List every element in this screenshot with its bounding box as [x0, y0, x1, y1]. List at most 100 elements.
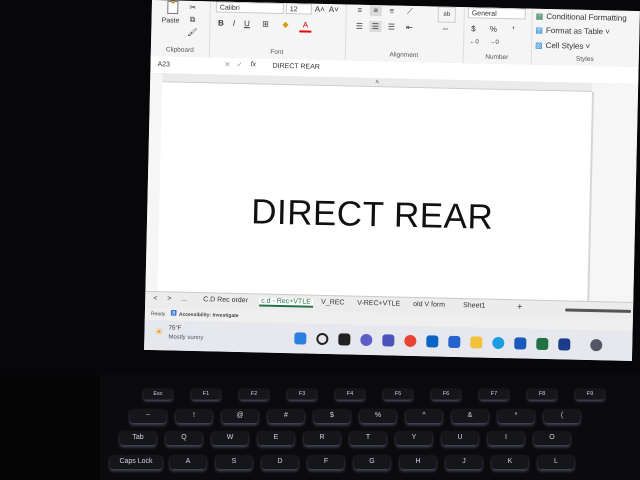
search-icon[interactable]: [316, 332, 329, 346]
key: F3: [287, 388, 317, 400]
currency-button[interactable]: $: [467, 23, 479, 34]
align-right-icon[interactable]: ☰: [385, 21, 397, 32]
key: %: [360, 409, 396, 423]
key: F7: [479, 388, 509, 400]
status-ready: Ready: [150, 311, 166, 318]
outlook-icon[interactable]: [426, 335, 439, 348]
weather-description[interactable]: Mostly sunny: [168, 334, 203, 341]
align-middle-icon[interactable]: ≡: [369, 4, 382, 17]
teams-icon[interactable]: [382, 334, 395, 347]
key: ~: [130, 409, 166, 423]
task-view-icon[interactable]: [338, 333, 351, 346]
fill-color-icon[interactable]: ◆: [279, 19, 291, 30]
chat-icon[interactable]: [360, 333, 373, 347]
bold-button[interactable]: B: [215, 17, 226, 28]
italic-button[interactable]: I: [228, 18, 239, 29]
paste-button[interactable]: Paste: [157, 15, 183, 26]
enter-icon[interactable]: ✓: [236, 61, 242, 69]
sheet-tab[interactable]: Sheet1: [463, 302, 485, 310]
sheet-tab[interactable]: old V form: [413, 301, 445, 309]
word-icon[interactable]: [514, 337, 527, 350]
add-sheet-button[interactable]: +: [517, 301, 522, 311]
format-as-table-label: Format as Table: [545, 25, 604, 37]
format-painter-icon[interactable]: 🖌: [187, 27, 197, 37]
todo-icon[interactable]: [448, 335, 461, 349]
align-top-icon[interactable]: ≡: [354, 5, 366, 16]
formula-input[interactable]: DIRECT REAR: [272, 63, 319, 71]
key: L: [538, 455, 574, 469]
key: R: [304, 431, 340, 445]
clipboard-group-label: Clipboard: [165, 46, 194, 54]
format-as-table-icon: ▤: [535, 25, 544, 35]
underline-button[interactable]: U: [241, 18, 252, 29]
cell-styles-button[interactable]: ▨ Cell Styles ˅: [535, 40, 635, 53]
weather-temperature[interactable]: 75°F: [168, 325, 181, 331]
comma-button[interactable]: ’: [507, 24, 519, 35]
key: J: [446, 455, 482, 469]
decrease-decimal-icon[interactable]: →0: [487, 38, 501, 48]
format-as-table-button[interactable]: ▤ Format as Table ˅: [535, 25, 635, 38]
key: K: [492, 455, 528, 469]
file-explorer-icon[interactable]: [470, 336, 483, 349]
font-color-icon[interactable]: A: [299, 19, 312, 33]
alignment-group-label: Alignment: [389, 51, 419, 60]
key: F9: [575, 388, 605, 400]
align-bottom-icon[interactable]: ≡: [386, 5, 398, 16]
cancel-icon[interactable]: ✕: [224, 61, 230, 69]
sheet-tab[interactable]: C.D Rec order: [203, 296, 248, 304]
font-size-select[interactable]: 12: [285, 3, 312, 15]
name-box[interactable]: A23: [154, 59, 208, 71]
wrap-text-button[interactable]: ab: [437, 6, 456, 23]
key: F: [308, 455, 344, 469]
key: $: [314, 409, 350, 423]
indent-icon[interactable]: ⇤: [403, 22, 415, 33]
accessibility-status[interactable]: Accessibility: Investigate: [179, 312, 239, 319]
key: F6: [431, 388, 461, 400]
weather-icon[interactable]: ☀: [154, 327, 163, 338]
start-icon[interactable]: [294, 332, 307, 345]
number-format-select[interactable]: General: [467, 7, 526, 20]
cut-icon[interactable]: ✂: [188, 2, 198, 12]
conditional-formatting-icon: ▦: [535, 11, 544, 21]
cell-styles-icon: ▨: [534, 40, 543, 50]
settings-icon[interactable]: [590, 339, 603, 352]
sheet-tab[interactable]: V-REC+VTLE: [357, 300, 400, 308]
sheet-tab[interactable]: V_REC: [321, 299, 344, 307]
orientation-icon[interactable]: ⟋: [404, 6, 416, 17]
merge-center-icon[interactable]: ⇔: [437, 22, 453, 33]
excel-icon[interactable]: [536, 337, 549, 351]
cell-text: DIRECT REAR: [250, 192, 494, 237]
paste-icon[interactable]: [164, 0, 182, 15]
prev-sheet-button[interactable]: <: [153, 295, 157, 302]
insert-function-button[interactable]: fx: [250, 61, 256, 68]
shrink-font-button[interactable]: A˅: [328, 4, 340, 15]
cell-styles-label: Cell Styles: [545, 40, 584, 51]
align-center-icon[interactable]: ☰: [369, 20, 382, 33]
key: F2: [239, 388, 269, 400]
powerpoint-icon[interactable]: [558, 338, 571, 351]
more-sheets-button[interactable]: ...: [181, 296, 187, 303]
copy-icon[interactable]: ⧉: [187, 15, 197, 25]
key: A: [170, 455, 206, 469]
font-group: Calibri 12 A˄ A˅ B I U ⊞ ◆ A Font: [208, 1, 347, 61]
accessibility-icon[interactable]: ♿: [171, 311, 177, 317]
grow-font-button[interactable]: A˄: [314, 4, 326, 15]
font-name-select[interactable]: Calibri: [215, 1, 284, 14]
key: F8: [527, 388, 557, 400]
sheet-tab-active[interactable]: c.d - Rec+VTLE: [259, 297, 313, 308]
merged-cell[interactable]: DIRECT REAR: [157, 82, 595, 301]
edge-icon[interactable]: [492, 336, 505, 350]
key: &: [452, 409, 488, 423]
increase-decimal-icon[interactable]: ←0: [467, 37, 481, 47]
next-sheet-button[interactable]: >: [167, 295, 171, 302]
horizontal-scrollbar[interactable]: [565, 308, 632, 313]
chrome-icon[interactable]: [404, 334, 417, 348]
font-group-label: Font: [270, 48, 284, 56]
align-left-icon[interactable]: ☰: [353, 21, 365, 32]
percent-button[interactable]: %: [487, 24, 499, 35]
borders-icon[interactable]: ⊞: [259, 18, 271, 29]
conditional-formatting-label: Conditional Formatting: [546, 11, 627, 23]
key: Esc: [143, 388, 173, 400]
conditional-formatting-button[interactable]: ▦ Conditional Formatting: [536, 11, 640, 24]
key: O: [534, 431, 570, 445]
